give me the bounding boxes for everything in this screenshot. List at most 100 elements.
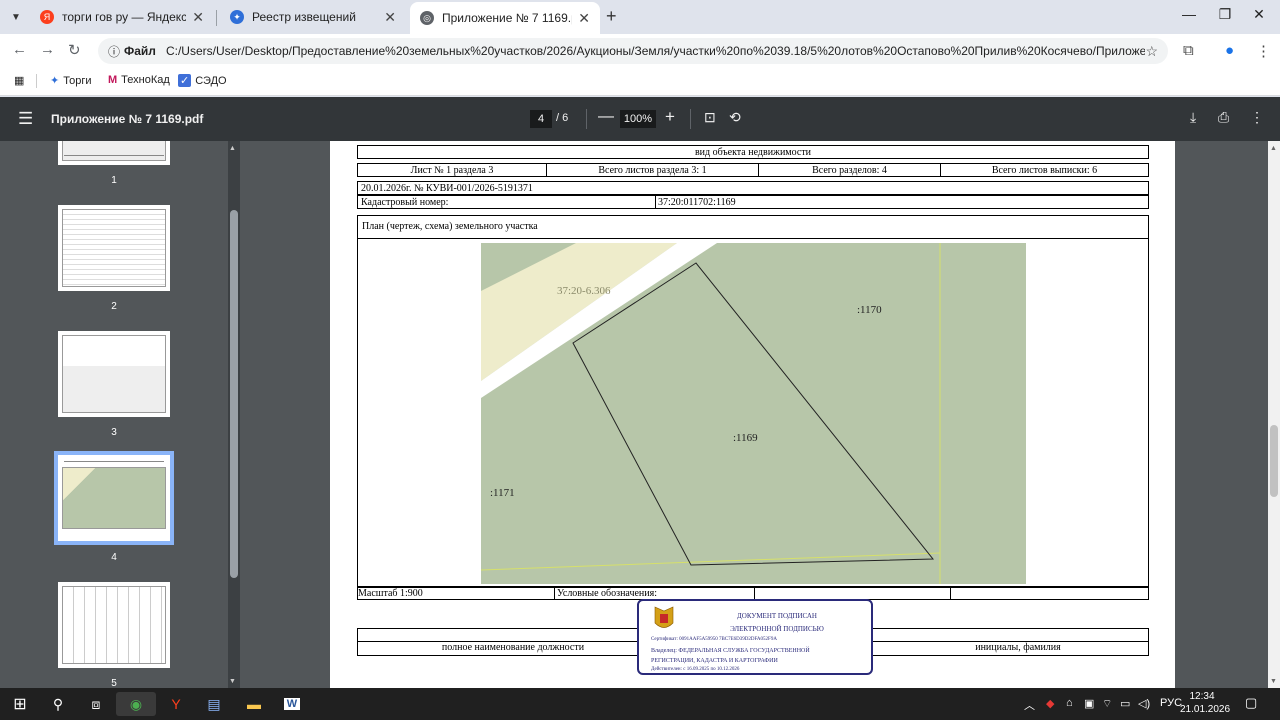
- zoom-in-button[interactable]: +: [665, 107, 675, 127]
- sidebar-scrollbar-thumb[interactable]: [230, 210, 238, 578]
- new-tab-button[interactable]: +: [606, 6, 617, 27]
- cadastral-label: Кадастровый номер:: [358, 196, 656, 208]
- close-icon[interactable]: ✕: [192, 9, 204, 26]
- extensions-icon[interactable]: ⧉: [1183, 42, 1194, 59]
- viewer-scrollbar[interactable]: [1268, 141, 1280, 688]
- star-icon[interactable]: ☆: [1145, 43, 1158, 60]
- word-icon: W: [283, 698, 301, 710]
- tab-title: торги гов ру — Яндекс: нашлось: [62, 10, 187, 24]
- position-label: полное наименование должности: [441, 642, 585, 653]
- address-bar[interactable]: ⓘ Файл C:/Users/User/Desktop/Предоставле…: [98, 38, 1168, 64]
- thumbnail-page-1[interactable]: [58, 141, 170, 165]
- clock[interactable]: 12:34 21.01.2026: [1180, 690, 1230, 716]
- tab-title: Приложение № 7 1169.pdf: [442, 11, 572, 25]
- toolbar-separator: [690, 109, 691, 129]
- window-close-button[interactable]: ✕: [1236, 6, 1280, 23]
- download-icon[interactable]: ⤓: [1190, 109, 1196, 126]
- taskbar-chrome[interactable]: ◉: [116, 692, 156, 716]
- sheet-cell: Всего листов раздела 3: 1: [547, 164, 759, 176]
- browser-toolbar: ← → ↻ ⓘ Файл C:/Users/User/Desktop/Предо…: [0, 34, 1280, 68]
- plan-title-text: План (чертеж, схема) земельного участка: [362, 221, 538, 232]
- yandex-browser-icon: Y: [171, 696, 181, 712]
- back-button[interactable]: ←: [12, 41, 27, 58]
- bookmark-separator: [36, 74, 37, 88]
- bookmark-technokad[interactable]: M ТехноКад: [108, 74, 170, 86]
- pdf-title: Приложение № 7 1169.pdf: [51, 112, 204, 126]
- plan-title: План (чертеж, схема) земельного участка: [357, 215, 1149, 239]
- taskbar-notepad[interactable]: ▤: [194, 692, 234, 716]
- tray-app-icon[interactable]: ◆: [1046, 697, 1054, 710]
- parcel-label-1169: :1169: [733, 432, 758, 444]
- thumbnail-page-4[interactable]: [54, 451, 174, 545]
- scroll-down-icon[interactable]: ▼: [229, 678, 236, 685]
- tab-yandex[interactable]: Я торги гов ру — Яндекс: нашлось ✕: [30, 4, 214, 30]
- close-icon[interactable]: ✕: [578, 10, 590, 27]
- task-view-button[interactable]: ⧈: [76, 692, 116, 716]
- thumbnail-content: [62, 335, 166, 413]
- taskbar-explorer[interactable]: ▬: [234, 692, 274, 716]
- bookmark-label: Торги: [63, 74, 92, 87]
- scroll-down-icon[interactable]: ▼: [1270, 678, 1277, 685]
- bookmark-torgi[interactable]: ✦ Торги: [50, 74, 92, 88]
- stamp-certificate: Сертификат: 0091AAF5A59950 7BC7E6D39D2DF…: [651, 637, 777, 642]
- legend-label: Условные обозначения:: [555, 588, 755, 599]
- thumbnail-page-3[interactable]: [58, 331, 170, 417]
- start-button[interactable]: ⊞: [0, 692, 40, 716]
- thumbnail-page-5[interactable]: [58, 582, 170, 668]
- volume-icon[interactable]: ◁): [1138, 697, 1150, 710]
- tray-display-icon[interactable]: ▣: [1084, 697, 1094, 710]
- wifi-icon[interactable]: ⌔: [1102, 697, 1112, 711]
- info-icon[interactable]: ⓘ: [108, 43, 120, 60]
- tab-pdf[interactable]: ◎ Приложение № 7 1169.pdf ✕: [410, 2, 600, 34]
- hamburger-menu-icon[interactable]: ☰: [18, 109, 33, 129]
- tab-strip: ▼ Я торги гов ру — Яндекс: нашлось ✕ ✦ Р…: [0, 0, 1280, 34]
- forward-button[interactable]: →: [40, 41, 55, 58]
- fit-page-icon[interactable]: ⊡: [704, 109, 716, 126]
- notifications-icon[interactable]: ▢: [1245, 695, 1257, 711]
- bookmark-sedo[interactable]: ✓ СЭДО: [178, 74, 227, 87]
- task-view-icon: ⧈: [91, 695, 101, 712]
- thumbnail-content: [62, 209, 166, 287]
- profile-icon[interactable]: ●: [1225, 42, 1234, 59]
- pdf-viewer: вид объекта недвижимости Лист № 1 раздел…: [240, 141, 1268, 688]
- stamp-owner-1: Владелец: ФЕДЕРАЛЬНАЯ СЛУЖБА ГОСУДАРСТВЕ…: [651, 648, 810, 654]
- zoom-input[interactable]: 100%: [620, 110, 656, 128]
- taskbar-word[interactable]: W: [272, 692, 312, 716]
- reload-button[interactable]: ↻: [68, 41, 81, 59]
- battery-icon[interactable]: ▭: [1120, 697, 1130, 710]
- apps-grid-icon[interactable]: ▦: [14, 74, 24, 87]
- file-label: Файл: [124, 44, 156, 58]
- tab-search-button[interactable]: ▼: [6, 7, 26, 27]
- zoom-out-button[interactable]: —: [598, 108, 614, 126]
- thumbnail-number: 5: [111, 678, 117, 688]
- thumbnail-page-2[interactable]: [58, 205, 170, 291]
- scroll-up-icon[interactable]: ▲: [229, 145, 236, 152]
- stamp-line-2: ЭЛЕКТРОННОЙ ПОДПИСЬЮ: [730, 625, 824, 633]
- tray-network-icon[interactable]: ⌂: [1066, 697, 1073, 709]
- show-hidden-icons[interactable]: ︿: [1024, 697, 1035, 713]
- page-number-input[interactable]: 4: [530, 110, 552, 128]
- more-options-icon[interactable]: ⋮: [1250, 109, 1264, 126]
- torgi-icon: ✦: [230, 10, 244, 24]
- url-text[interactable]: C:/Users/User/Desktop/Предоставление%20з…: [166, 44, 1146, 58]
- thumbnail-content: [62, 467, 166, 529]
- legend-cell: [951, 588, 1148, 599]
- print-icon[interactable]: ⎙: [1218, 109, 1229, 126]
- parcel-label-1171: :1171: [490, 487, 515, 499]
- thumbnail-sidebar: 1 2 3 4 5: [0, 141, 228, 688]
- stamp-line-1: ДОКУМЕНТ ПОДПИСАН: [737, 612, 817, 620]
- close-icon[interactable]: ✕: [384, 9, 396, 26]
- thumbnail-content: [62, 141, 166, 161]
- language-indicator[interactable]: РУС: [1160, 697, 1182, 709]
- rotate-icon[interactable]: ⟲: [729, 109, 741, 126]
- taskbar-yandex[interactable]: Y: [156, 692, 196, 716]
- menu-dots-icon[interactable]: ⋮: [1256, 42, 1271, 60]
- thumbnail-line: [64, 155, 164, 156]
- road-label: 37:20-6.306: [557, 285, 611, 297]
- stamp-owner-2: РЕГИСТРАЦИИ, КАДАСТРА И КАРТОГРАФИИ: [651, 658, 778, 664]
- cadastral-value: 37:20:011702:1169: [658, 196, 736, 208]
- tab-registry[interactable]: ✦ Реестр извещений ✕: [220, 4, 406, 30]
- scroll-up-icon[interactable]: ▲: [1270, 145, 1277, 152]
- viewer-scrollbar-thumb[interactable]: [1270, 425, 1278, 497]
- search-button[interactable]: ⚲: [38, 692, 78, 716]
